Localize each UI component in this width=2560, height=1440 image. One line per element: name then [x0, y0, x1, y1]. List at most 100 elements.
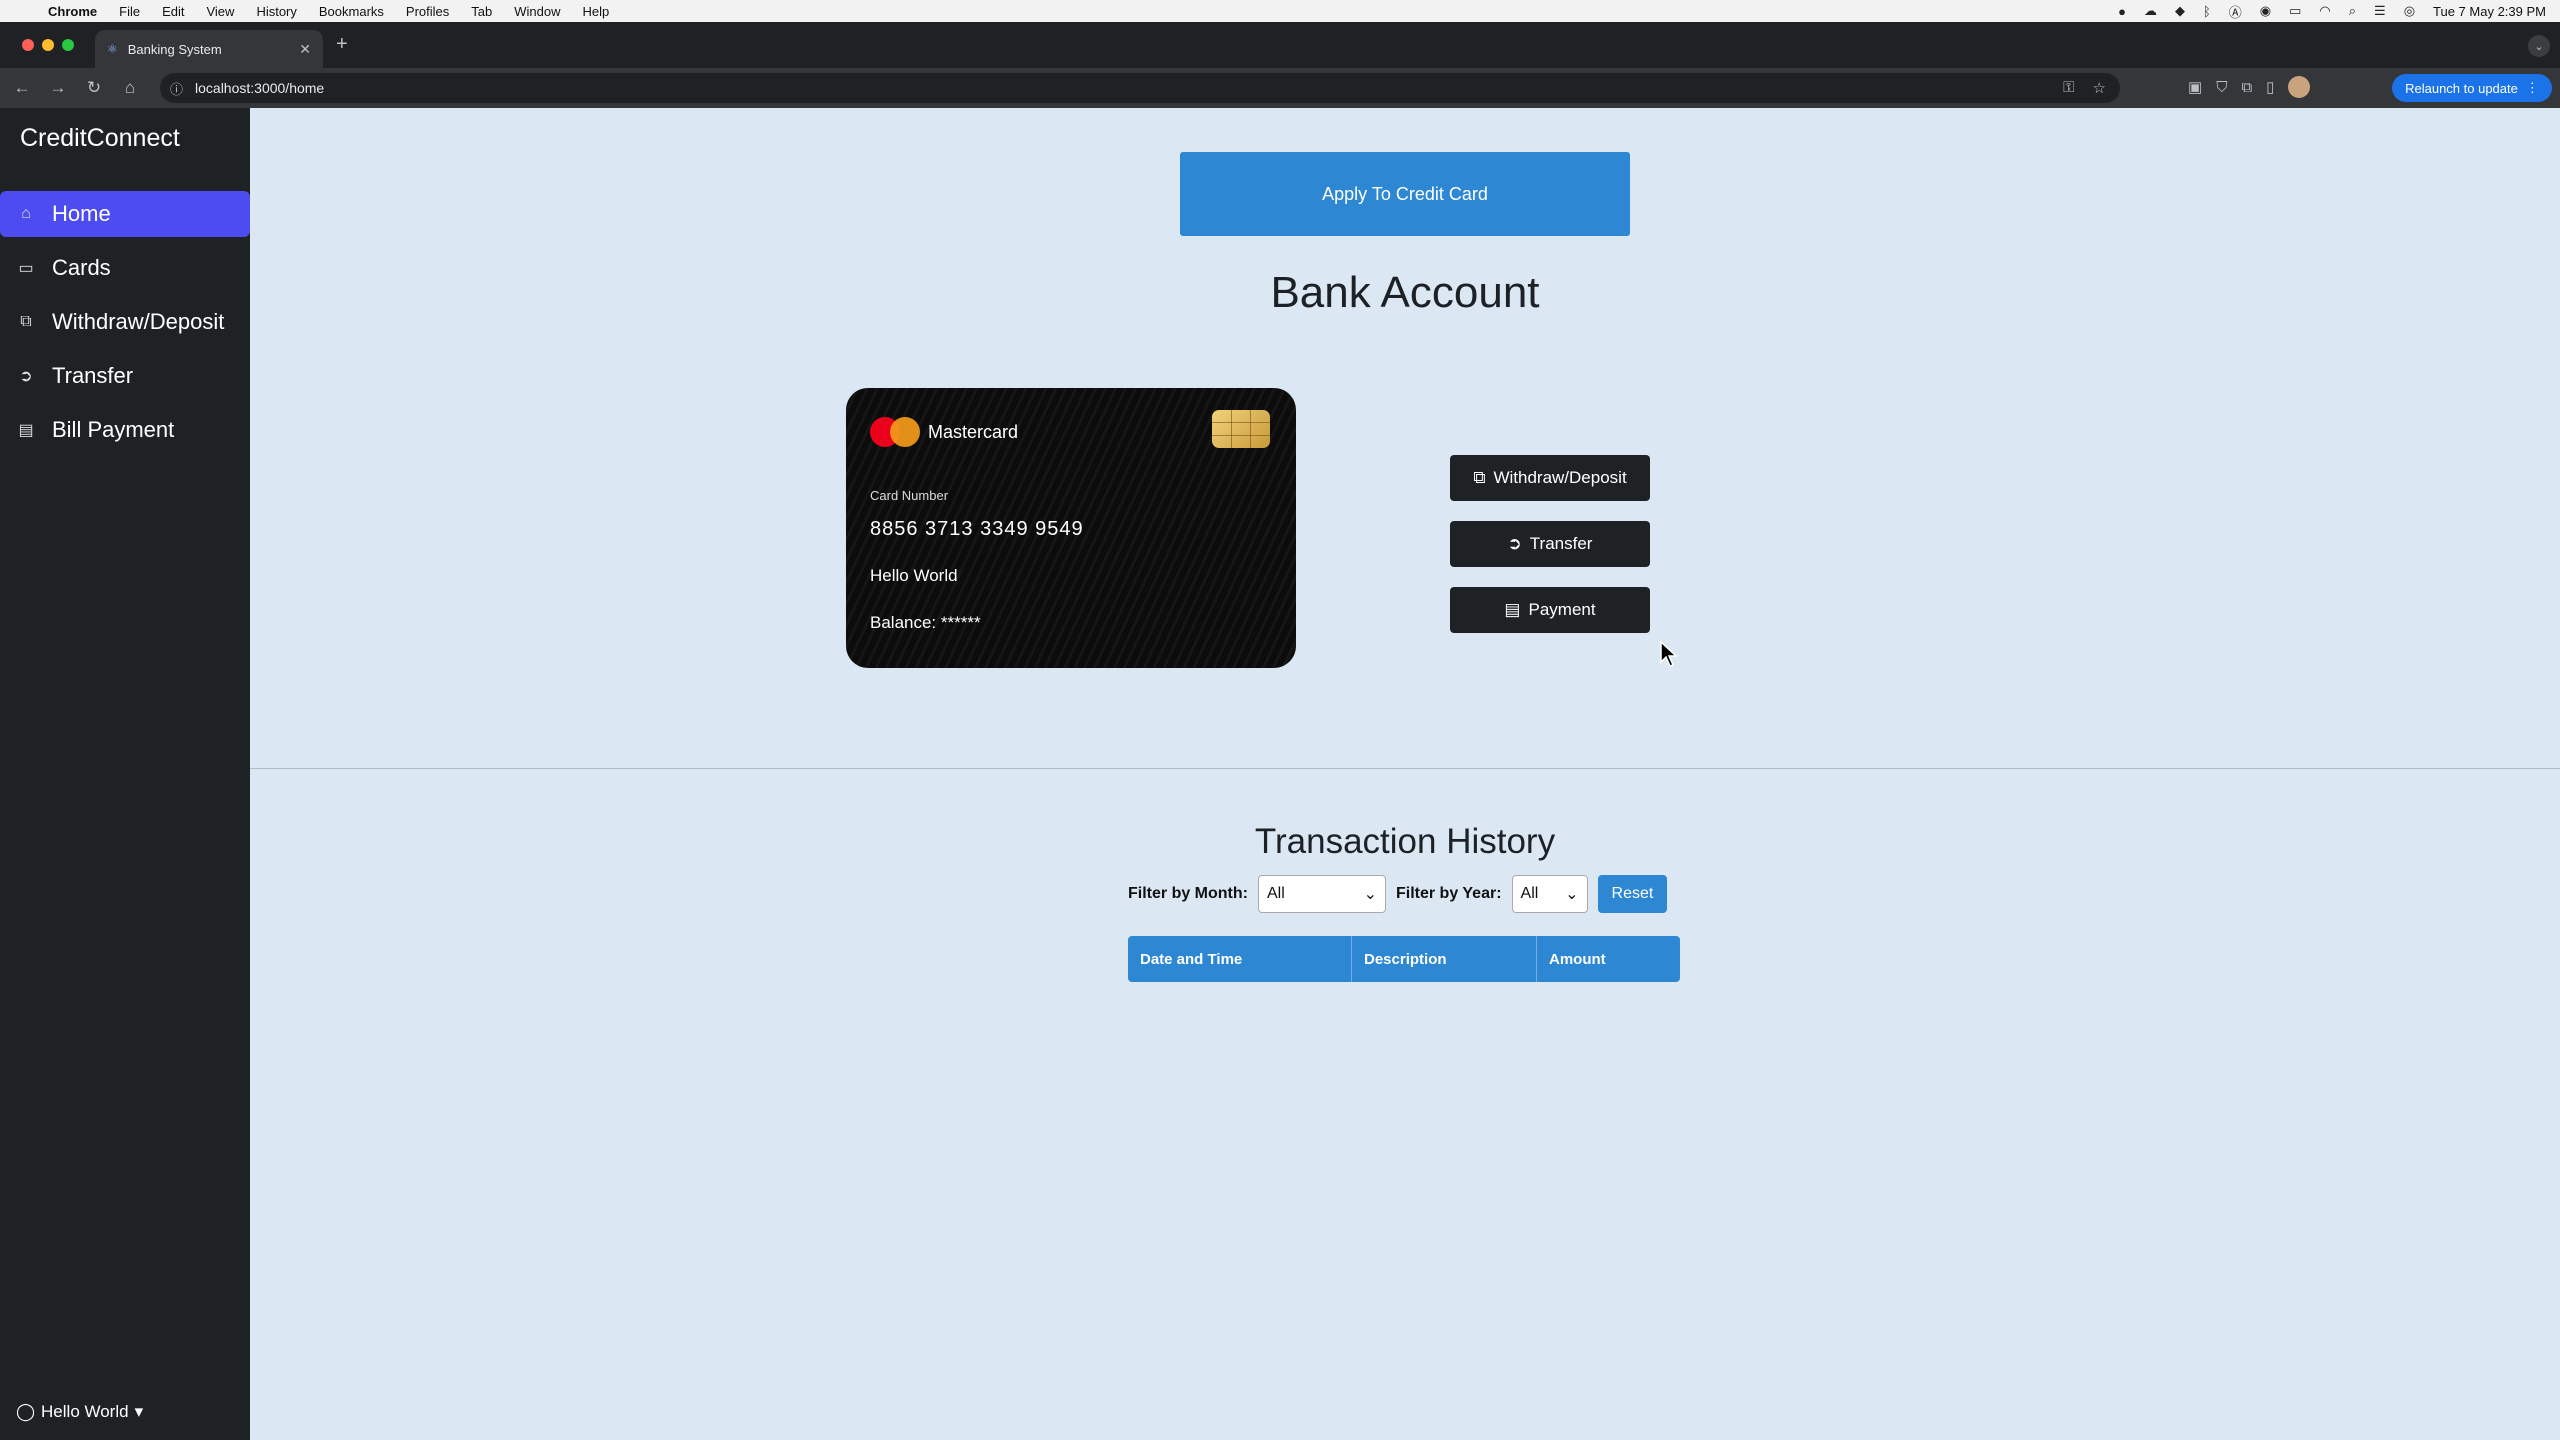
spotlight-search-icon[interactable]: ⌕ [2349, 3, 2356, 19]
transaction-filters: Filter by Month: All ⌄ Filter by Year: A… [1128, 873, 1668, 915]
card-chip-icon [1212, 410, 1270, 448]
browser-tab-strip: ⚛ Banking System ✕ + ⌄ [0, 22, 2560, 68]
profile-avatar[interactable] [2288, 76, 2311, 98]
home-browser-icon[interactable]: ⌂ [112, 78, 148, 98]
menu-view[interactable]: View [206, 4, 234, 19]
react-favicon-icon: ⚛ [107, 42, 118, 56]
page-title: Bank Account [1270, 268, 1540, 317]
withdraw-deposit-button[interactable]: ⧉ Withdraw/Deposit [1450, 455, 1650, 501]
section-divider [250, 768, 2560, 769]
reset-button[interactable]: Reset [1597, 875, 1668, 913]
menu-file[interactable]: File [119, 4, 140, 19]
sidebar-item-home[interactable]: ⌂ Home [0, 191, 250, 237]
chevron-down-icon: ⌄ [1363, 886, 1377, 903]
address-bar[interactable]: ⓘ localhost:3000/home ⚿ ☆ [160, 73, 2120, 103]
card-number: 8856 3713 3349 9549 [870, 518, 1084, 540]
card-holder-name: Hello World [870, 566, 958, 585]
password-key-icon[interactable]: ⚿ [2063, 79, 2074, 97]
menu-edit[interactable]: Edit [162, 4, 184, 19]
address-url[interactable]: localhost:3000/home [195, 80, 324, 96]
cash-icon: ⧉ [1473, 468, 1486, 487]
sidebar-item-label: Home [52, 201, 111, 226]
year-filter-label: Filter by Year: [1395, 885, 1502, 902]
sidebar: CreditConnect ⌂ Home ▭ Cards ⧉ Withdraw/… [0, 108, 250, 1440]
sidebar-item-label: Transfer [52, 363, 134, 388]
close-tab-icon[interactable]: ✕ [299, 41, 311, 58]
menu-help[interactable]: Help [583, 4, 610, 19]
brand-logo[interactable]: CreditConnect [20, 124, 180, 153]
column-header-amount[interactable]: Amount [1537, 936, 1680, 982]
sidebar-item-withdraw-deposit[interactable]: ⧉ Withdraw/Deposit [0, 299, 250, 345]
cash-icon: ⧉ [20, 313, 32, 330]
control-center-icon[interactable]: ☰ [2374, 3, 2386, 19]
user-menu[interactable]: ◯ Hello World ▾ [16, 1402, 143, 1422]
credit-card[interactable]: Mastercard Card Number 8856 3713 3349 95… [846, 388, 1296, 668]
more-menu-icon[interactable]: ⋮ [2526, 80, 2539, 96]
year-filter-select[interactable]: All ⌄ [1511, 875, 1588, 913]
menu-bookmarks[interactable]: Bookmarks [319, 4, 384, 19]
payment-button[interactable]: ▤ Payment [1450, 587, 1650, 633]
cloud-icon[interactable]: ☁ [2144, 3, 2157, 19]
new-tab-icon[interactable]: + [336, 33, 348, 56]
side-panel-icon[interactable]: ▯ [2266, 78, 2274, 96]
column-header-date[interactable]: Date and Time [1128, 936, 1352, 982]
arrow-circle-icon: ➲ [1507, 534, 1522, 553]
siri-icon[interactable]: ◎ [2404, 3, 2415, 19]
sidebar-item-label: Cards [52, 255, 111, 280]
close-window-button[interactable] [22, 39, 34, 51]
site-info-icon[interactable]: ⓘ [170, 79, 183, 98]
sidebar-item-cards[interactable]: ▭ Cards [0, 245, 250, 291]
macos-menu-bar: Chrome File Edit View History Bookmarks … [0, 0, 2560, 22]
menu-history[interactable]: History [256, 4, 296, 19]
column-header-description[interactable]: Description [1352, 936, 1537, 982]
sidebar-item-bill-payment[interactable]: ▤ Bill Payment [0, 407, 250, 453]
caret-down-icon: ▾ [134, 1402, 144, 1421]
menubar-status-area: ● ☁ ◆ ᛒ Ⓐ ◉ ▭ ◠ ⌕ ☰ ◎ Tue 7 May 2:39 PM [2118, 0, 2546, 22]
tab-search-icon[interactable]: ⌄ [2528, 35, 2550, 57]
month-filter-select[interactable]: All ⌄ [1257, 875, 1386, 913]
reload-icon[interactable]: ↻ [76, 78, 112, 98]
record-icon[interactable]: ● [2118, 4, 2126, 19]
shield-extension-icon[interactable]: ⛉ [2216, 79, 2227, 96]
puzzle-extensions-icon[interactable]: ⧉ [2241, 79, 2252, 96]
omnibox-actions: ⚿ ☆ [2063, 79, 2106, 97]
browser-tab-active[interactable]: ⚛ Banking System ✕ [95, 30, 323, 68]
menu-profiles[interactable]: Profiles [406, 4, 449, 19]
home-icon: ⌂ [21, 205, 31, 222]
bookmark-star-icon[interactable]: ☆ [2093, 79, 2106, 97]
menu-window[interactable]: Window [514, 4, 560, 19]
extension-icon[interactable]: ▣ [2188, 78, 2202, 96]
window-controls [22, 39, 74, 51]
card-icon: ▭ [18, 260, 34, 277]
transfer-button[interactable]: ➲ Transfer [1450, 521, 1650, 567]
transaction-history-title: Transaction History [1254, 822, 1556, 861]
receipt-icon: ▤ [1504, 600, 1521, 619]
back-icon[interactable]: ← [4, 78, 40, 98]
forward-icon[interactable]: → [40, 78, 76, 98]
wifi-icon[interactable]: ◠ [2319, 3, 2330, 19]
menu-tab[interactable]: Tab [471, 4, 492, 19]
minimize-window-button[interactable] [42, 39, 54, 51]
input-source-icon[interactable]: Ⓐ [2229, 2, 2242, 21]
mouse-cursor-icon [1660, 640, 1678, 667]
browser-tab-title: Banking System [127, 41, 222, 57]
card-balance: Balance: ****** [870, 613, 981, 632]
battery-icon[interactable]: ▭ [2289, 3, 2301, 19]
mastercard-logo-icon [870, 417, 920, 447]
apply-credit-card-button[interactable]: Apply To Credit Card [1180, 152, 1630, 236]
sidebar-item-transfer[interactable]: ➲ Transfer [0, 353, 250, 399]
user-status-icon[interactable]: ◉ [2260, 3, 2271, 19]
dropbox-icon[interactable]: ◆ [2175, 3, 2185, 19]
card-number-label: Card Number [870, 488, 949, 503]
card-brand: Mastercard [928, 422, 1019, 442]
menubar-clock[interactable]: Tue 7 May 2:39 PM [2433, 4, 2546, 19]
relaunch-update-button[interactable]: Relaunch to update ⋮ [2392, 74, 2552, 102]
month-filter-value: All [1266, 885, 1285, 902]
menu-app-name[interactable]: Chrome [48, 4, 97, 19]
browser-toolbar: ← → ↻ ⌂ ⓘ localhost:3000/home ⚿ ☆ ▣ ⛉ ⧉ … [0, 68, 2560, 108]
arrow-circle-icon: ➲ [19, 368, 33, 385]
user-circle-icon: ◯ [16, 1402, 36, 1421]
zoom-window-button[interactable] [62, 39, 74, 51]
bluetooth-icon[interactable]: ᛒ [2203, 4, 2211, 19]
relaunch-label: Relaunch to update [2405, 80, 2518, 96]
